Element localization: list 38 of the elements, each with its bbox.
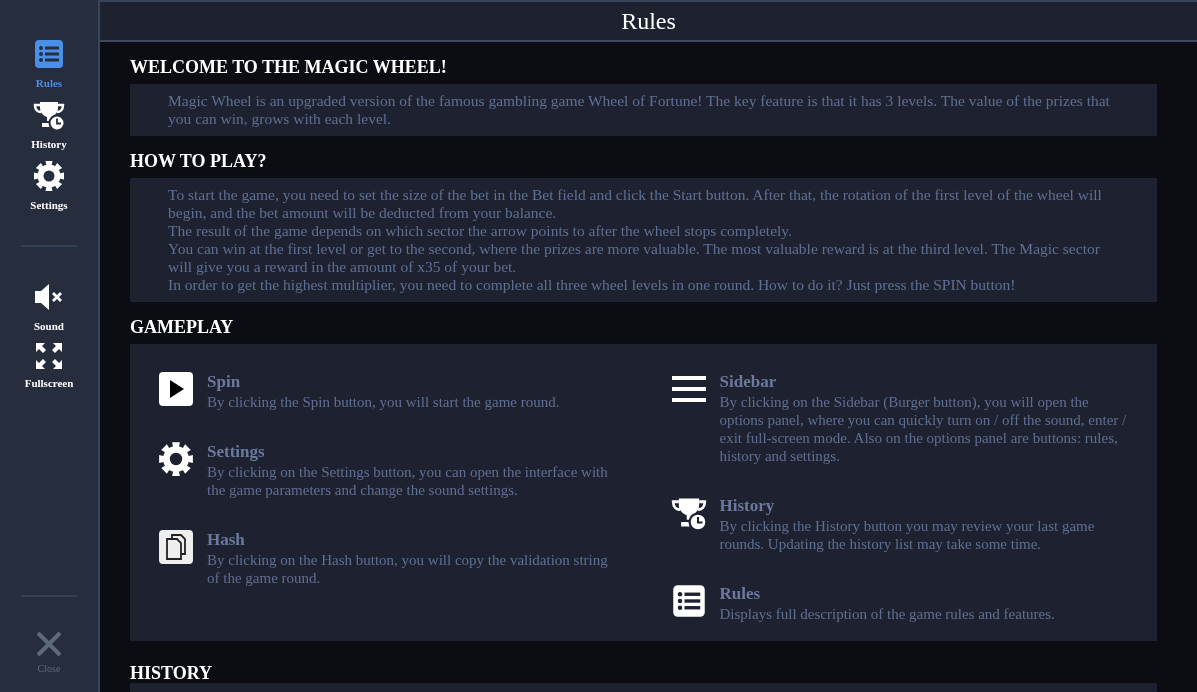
sidebar-item[interactable]: Rules: [33, 38, 65, 89]
feature-description: By clicking on the Hash button, you will copy the validation string of the game round.: [207, 551, 609, 587]
feature-description: By clicking the Spin button, you will start the game round.: [207, 393, 560, 411]
sidebar-item[interactable]: Fullscreen: [24, 342, 74, 389]
settings-icon: [158, 441, 194, 477]
feature-title: Spin: [207, 371, 242, 393]
copy-icon: [158, 529, 194, 565]
section-heading: HISTORY: [130, 663, 214, 683]
feature-description: By clicking on the Sidebar (Burger button), you will open the options panel, where you can quickly turn on / off the sound, enter / exit full-screen mode. Also on the options panel are buttons: rules, history and settings.: [719, 393, 1128, 465]
paragraph: The result of the game depends on which sector the arrow points to after the wheel stops completely.: [168, 222, 793, 240]
paragraph: In order to get the highest multiplier, you need to complete all three wheel levels in one round. How to do it? Just press the SPIN button!: [168, 276, 1017, 294]
feature-description: By clicking on the Settings button, you can open the interface with the game parameters and change the sound settings.: [207, 463, 609, 499]
fullscreen-icon: [35, 342, 63, 370]
feature-description: By clicking the History button you may review your last game rounds. Updating the history list may take some time.: [719, 517, 1096, 553]
sound-muted-icon: [33, 281, 65, 313]
list-icon: [33, 38, 65, 70]
paragraph: To start the game, you need to set the size of the bet in the Bet field and click the Start button. After that, the rotation of the first level of the wheel will begin, and the bet amount will be deducted from your balance.: [168, 186, 1103, 222]
play-icon: [158, 371, 194, 407]
feature-title: Settings: [207, 441, 266, 463]
settings-icon: [33, 160, 65, 192]
window-title: Rules: [621, 7, 676, 35]
sidebar-item[interactable]: Settings: [30, 160, 68, 211]
feature-description: Displays full description of the game rules and features.: [719, 605, 1055, 623]
feature-title: Hash: [207, 529, 246, 551]
feature-title: Rules: [719, 583, 762, 605]
section-heading: GAMEPLAY: [130, 317, 235, 337]
paragraph: You can win at the first level or get to the second, where the prizes are more valuable. The most valuable reward is at the third level. The Magic sector will give you a reward in the amount of x35 of your bet.: [168, 240, 1101, 276]
trophy-icon: [33, 99, 65, 131]
section-heading: HOW TO PLAY?: [130, 151, 268, 171]
list-icon: [670, 583, 707, 619]
close-icon: [36, 631, 62, 657]
feature-title: Sidebar: [719, 371, 778, 393]
sidebar-item[interactable]: Sound: [33, 281, 65, 332]
section-heading: WELCOME TO THE MAGIC WHEEL!: [130, 57, 448, 77]
paragraph: Magic Wheel is an upgraded version of the famous gambling game Wheel of Fortune! The key feature is that it has 3 levels. The value of the prizes that you can win, grows with each level.: [168, 92, 1111, 128]
sidebar-item[interactable]: History: [31, 99, 67, 150]
trophy-icon: [670, 495, 707, 531]
feature-title: History: [719, 495, 776, 517]
